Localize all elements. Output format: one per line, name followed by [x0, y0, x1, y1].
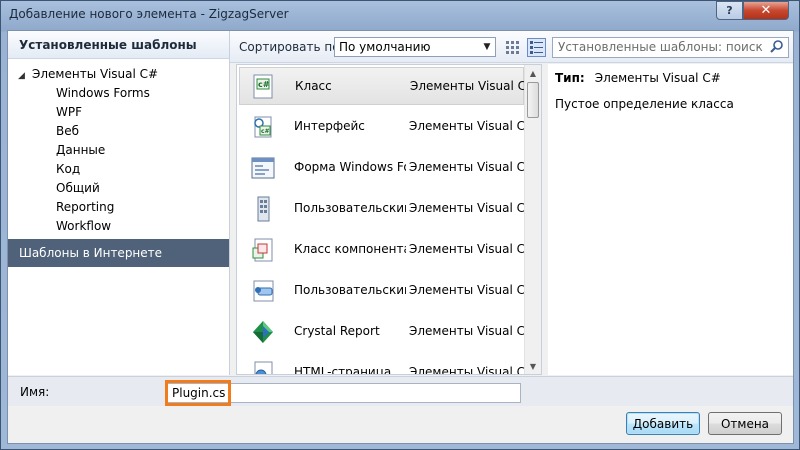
template-name: Crystal Report [294, 324, 380, 338]
list-view-icon [530, 41, 543, 54]
template-list: c# Класс Элементы Visual C# c# Интерфейс… [236, 64, 542, 375]
template-type: Элементы Visual C# [409, 201, 536, 215]
sort-value: По умолчанию [339, 40, 431, 54]
template-name: Интерфейс [294, 119, 365, 133]
template-list-scrollbar[interactable]: ▲ ▼ [524, 65, 541, 374]
add-button[interactable]: Добавить [626, 412, 700, 435]
tree-item-general[interactable]: Общий [56, 179, 100, 198]
close-button[interactable]: ✕ [743, 1, 789, 20]
tree-item-data[interactable]: Данные [56, 141, 105, 160]
title-bar: Добавление нового элемента - ZigzagServe… [1, 1, 799, 31]
dialog-window: Добавление нового элемента - ZigzagServe… [0, 0, 800, 450]
custom-control-icon [253, 280, 274, 302]
type-label: Тип: [555, 71, 585, 85]
user-control-icon [257, 196, 270, 222]
template-details-pane: Тип: Элементы Visual C# Пустое определени… [548, 64, 793, 375]
template-type: Элементы Visual C# [409, 283, 536, 297]
search-icon[interactable] [769, 39, 785, 55]
tree-item-visual-csharp[interactable]: ◢ Элементы Visual C# [18, 65, 158, 84]
online-templates-label: Шаблоны в Интернете [19, 246, 163, 260]
template-type: Элементы Visual C# [409, 365, 536, 375]
tree-item-reporting[interactable]: Reporting [56, 198, 114, 217]
svg-text:c#: c# [261, 128, 270, 135]
tree-item-code[interactable]: Код [56, 160, 80, 179]
template-name: HTML-страница [294, 365, 392, 375]
tree-item-workflow[interactable]: Workflow [56, 217, 111, 236]
template-type: Элементы Visual C# [409, 119, 536, 133]
scroll-up-arrow-icon[interactable]: ▲ [525, 65, 541, 81]
window-title: Добавление нового элемента - ZigzagServe… [9, 7, 289, 21]
cancel-button[interactable]: Отмена [708, 412, 782, 435]
scroll-down-arrow-icon[interactable]: ▼ [525, 358, 541, 374]
template-item-component-class[interactable]: Класс компонента Элементы Visual C# [239, 231, 535, 269]
component-class-icon [252, 238, 273, 262]
template-type: Элементы Visual C# [409, 242, 536, 256]
templates-toolbar: Сортировать по: По умолчанию ▼ Установле… [230, 31, 793, 63]
sort-dropdown[interactable]: По умолчанию ▼ [334, 37, 496, 57]
tree-item-wpf[interactable]: WPF [56, 103, 82, 122]
collapse-arrow-icon[interactable]: ◢ [18, 67, 32, 86]
online-templates-header[interactable]: Шаблоны в Интернете [8, 239, 229, 267]
list-view-button[interactable] [527, 38, 546, 57]
template-item-windows-form[interactable]: Форма Windows Fo... Элементы Visual C# [239, 149, 535, 187]
tree-item-windows-forms[interactable]: Windows Forms [56, 84, 150, 103]
template-name: Пользовательский... [294, 283, 406, 297]
dialog-client-area: Установленные шаблоны ◢ Элементы Visual C… [7, 30, 794, 444]
tree-item-label: Элементы Visual C# [32, 67, 159, 81]
template-name: Пользовательский... [294, 201, 406, 215]
grid-view-icon [506, 41, 519, 54]
template-item-crystal-report[interactable]: Crystal Report Элементы Visual C# [239, 313, 535, 351]
name-bar: Имя: Plugin.cs [8, 376, 793, 406]
html-page-icon [254, 361, 273, 374]
template-item-interface[interactable]: c# Интерфейс Элементы Visual C# [239, 108, 535, 146]
name-label: Имя: [20, 385, 50, 399]
scrollbar-thumb[interactable] [527, 82, 539, 118]
crystal-report-icon [253, 321, 273, 343]
type-value: Элементы Visual C# [594, 71, 721, 85]
template-name: Класс [295, 79, 332, 93]
template-type: Элементы Visual C# [409, 160, 536, 174]
template-search-input[interactable]: Установленные шаблоны: поиск [552, 37, 789, 58]
installed-templates-header[interactable]: Установленные шаблоны [8, 31, 229, 59]
help-button[interactable]: ? [716, 1, 743, 20]
template-type: Элементы Visual C# [409, 324, 536, 338]
medium-icons-view-button[interactable] [503, 38, 522, 57]
template-description: Пустое определение класса [555, 97, 734, 111]
sort-label: Сортировать по: [239, 40, 344, 54]
template-item-user-control[interactable]: Пользовательский... Элементы Visual C# [239, 190, 535, 228]
template-item-custom-control[interactable]: Пользовательский... Элементы Visual C# [239, 272, 535, 310]
search-placeholder: Установленные шаблоны: поиск [558, 40, 763, 54]
template-name: Форма Windows Fo... [294, 160, 406, 174]
template-item-class[interactable]: c# Класс Элементы Visual C# [239, 67, 536, 105]
template-name: Класс компонента [294, 242, 406, 256]
tree-item-web[interactable]: Веб [56, 122, 79, 141]
windows-form-icon [251, 157, 275, 179]
interface-icon: c# [254, 116, 272, 138]
name-highlight-box [165, 380, 231, 406]
template-type-detail: Тип: Элементы Visual C# [555, 71, 721, 85]
template-item-html-page[interactable]: HTML-страница Элементы Visual C# [239, 354, 535, 375]
template-categories-pane: Установленные шаблоны ◢ Элементы Visual C… [8, 31, 230, 375]
dropdown-arrow-icon[interactable]: ▼ [479, 38, 495, 56]
class-icon: c# [253, 74, 273, 99]
installed-templates-label: Установленные шаблоны [19, 38, 197, 52]
template-type: Элементы Visual C# [410, 79, 537, 93]
svg-text:c#: c# [258, 80, 270, 89]
